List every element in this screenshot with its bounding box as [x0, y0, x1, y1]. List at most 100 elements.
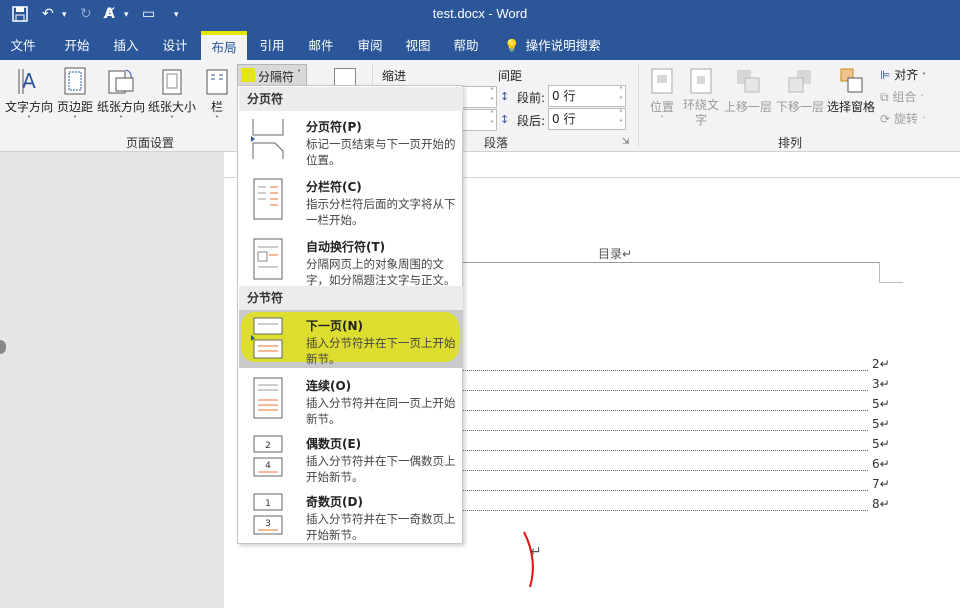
toc-page-number: 8↵ [872, 497, 890, 511]
margin-mark [879, 282, 903, 283]
space-after-icon: ↕ [500, 113, 510, 126]
group-label: 组合 [892, 90, 917, 104]
position-icon [651, 68, 673, 94]
odd-page-icon: 13 [253, 493, 283, 535]
next-page-icon [251, 317, 283, 359]
tab-layout[interactable]: 布局 [201, 31, 247, 60]
columns-label: 栏 [210, 100, 223, 114]
send-backward-button[interactable]: 下移一层 [775, 66, 825, 115]
toc-leader [462, 490, 868, 491]
selection-pane-button[interactable]: 选择窗格 [826, 66, 876, 115]
toc-leader [462, 470, 868, 471]
indent-label: 缩进 [382, 69, 407, 83]
tab-insert[interactable]: 插入 [104, 31, 148, 60]
tell-me-search[interactable]: 💡 操作说明搜索 [504, 31, 614, 60]
margins-button[interactable]: 页边距 ˅ [55, 66, 95, 124]
align-button[interactable]: ⊫ 对齐 ˅ [880, 66, 926, 83]
paragraph-dialog-launcher-icon[interactable]: ⇲ [622, 137, 630, 147]
toc-page-number: 6↵ [872, 457, 890, 471]
rotate-icon: ⟳ [880, 112, 891, 126]
page-breaks-section-header: 分页符 [239, 87, 463, 111]
toc-page-number: 5↵ [872, 437, 890, 451]
tab-review[interactable]: 审阅 [348, 31, 392, 60]
menu-item-odd-page[interactable]: 13 奇数页(D) 插入分节符并在下一奇数页上开始新节。 [239, 486, 463, 544]
margin-mark [879, 262, 880, 282]
window-title: test.docx - Word [432, 6, 528, 21]
tab-design[interactable]: 设计 [152, 31, 198, 60]
tab-help[interactable]: 帮助 [444, 31, 488, 60]
tab-home[interactable]: 开始 [54, 31, 100, 60]
wrap-text-icon [690, 68, 712, 94]
tab-file[interactable]: 文件 [0, 31, 46, 60]
menu-item-title: 分页符(P) [306, 120, 362, 134]
selection-pane-label: 选择窗格 [826, 100, 875, 114]
position-label: 位置 [649, 100, 674, 114]
menu-item-column-break[interactable]: 分栏符(C) 指示分栏符后面的文字将从下一栏开始。 [239, 171, 463, 229]
rotate-button[interactable]: ⟳ 旋转 ˅ [880, 110, 926, 127]
menu-item-page-break[interactable]: 分页符(P) 标记一页结束与下一页开始的位置。 [239, 111, 463, 169]
spacing-before-value: 0 行 [552, 89, 576, 103]
paragraph-group-label: 段落 [483, 136, 508, 150]
indent-right-field[interactable]: ˄ ˅ [462, 109, 497, 131]
columns-icon [206, 69, 228, 95]
align-label: 对齐 [894, 68, 919, 82]
tab-view[interactable]: 视图 [396, 31, 440, 60]
menu-item-desc: 标记一页结束与下一页开始的位置。 [306, 137, 456, 167]
toc-page-number: 7↵ [872, 477, 890, 491]
spacing-label: 间距 [498, 69, 523, 83]
even-page-icon: 24 [253, 435, 283, 477]
text-direction-button[interactable]: A 文字方向 ˅ [4, 66, 54, 124]
red-annotation-mark [523, 531, 534, 588]
scroll-handle[interactable] [0, 340, 6, 354]
menu-item-desc: 指示分栏符后面的文字将从下一栏开始。 [306, 197, 456, 227]
indent-left-field[interactable]: ˄ ˅ [462, 86, 497, 108]
menu-item-text-wrapping-break[interactable]: 自动换行符(T) 分隔网页上的对象周围的文字，如分隔题注文字与正文。 [239, 231, 463, 289]
toc-page-number: 3↵ [872, 377, 890, 391]
header-divider [462, 262, 880, 263]
breaks-icon [241, 68, 255, 82]
align-icon: ⊫ [880, 68, 891, 82]
columns-button[interactable]: 栏 ˅ [204, 66, 230, 124]
separator [638, 64, 639, 146]
orientation-button[interactable]: 纸张方向 ˅ [96, 66, 146, 124]
spacing-before-label: 段前: [517, 91, 546, 105]
menu-item-continuous[interactable]: 连续(O) 插入分节符并在同一页上开始新节。 [239, 370, 463, 428]
menu-item-title: 分栏符(C) [306, 180, 362, 194]
column-break-icon [253, 178, 283, 220]
group-button[interactable]: ⧉ 组合 ˅ [880, 88, 924, 105]
group-icon: ⧉ [880, 90, 889, 104]
toc-leader [462, 430, 868, 431]
bring-forward-button[interactable]: 上移一层 [723, 66, 773, 115]
tab-references[interactable]: 引用 [250, 31, 294, 60]
text-wrapping-icon [253, 238, 283, 280]
menu-item-title: 奇数页(D) [306, 495, 363, 509]
menu-item-desc: 插入分节符并在下一页上开始新节。 [306, 336, 456, 366]
spacing-after-value: 0 行 [552, 112, 576, 126]
tab-mailings[interactable]: 邮件 [298, 31, 344, 60]
selection-pane-icon [840, 68, 863, 93]
page-break-icon [251, 119, 284, 159]
toc-page-number: 5↵ [872, 417, 890, 431]
rotate-label: 旋转 [893, 112, 918, 126]
spacing-before-input[interactable]: 0 行 ˄ ˅ [548, 85, 626, 107]
orientation-icon [108, 69, 134, 94]
lightbulb-icon: 💡 [504, 38, 520, 53]
breaks-button[interactable]: 分隔符 ˅ [237, 64, 307, 86]
spacing-after-label: 段后: [517, 114, 546, 128]
toc-leader [462, 370, 868, 371]
ribbon: A 文字方向 ˅ 页边距 ˅ 纸张方向 ˅ 纸张大小 ˅ 栏 ˅ 页面设置 分隔符 ˅ 缩… [0, 60, 960, 152]
size-button[interactable]: 纸张大小 ˅ [147, 66, 197, 124]
breaks-dropdown-icon: ˅ [297, 69, 301, 78]
wrap-text-button[interactable]: 环绕文字 [681, 66, 721, 128]
menu-item-desc: 分隔网页上的对象周围的文字，如分隔题注文字与正文。 [306, 257, 456, 287]
menu-item-next-page[interactable]: 下一页(N) 插入分节符并在下一页上开始新节。 [239, 310, 463, 368]
menu-item-even-page[interactable]: 24 偶数页(E) 插入分节符并在下一偶数页上开始新节。 [239, 428, 463, 486]
margins-icon [64, 67, 86, 95]
spacing-after-input[interactable]: 0 行 ˄ ˅ [548, 108, 626, 130]
tell-me-label: 操作说明搜索 [525, 38, 601, 53]
position-button[interactable]: 位置 ˅ [645, 66, 679, 124]
orientation-label: 纸张方向 [96, 100, 145, 114]
menu-item-title: 自动换行符(T) [306, 240, 386, 254]
paper-size-icon [162, 69, 182, 95]
text-direction-icon: A [18, 69, 36, 94]
